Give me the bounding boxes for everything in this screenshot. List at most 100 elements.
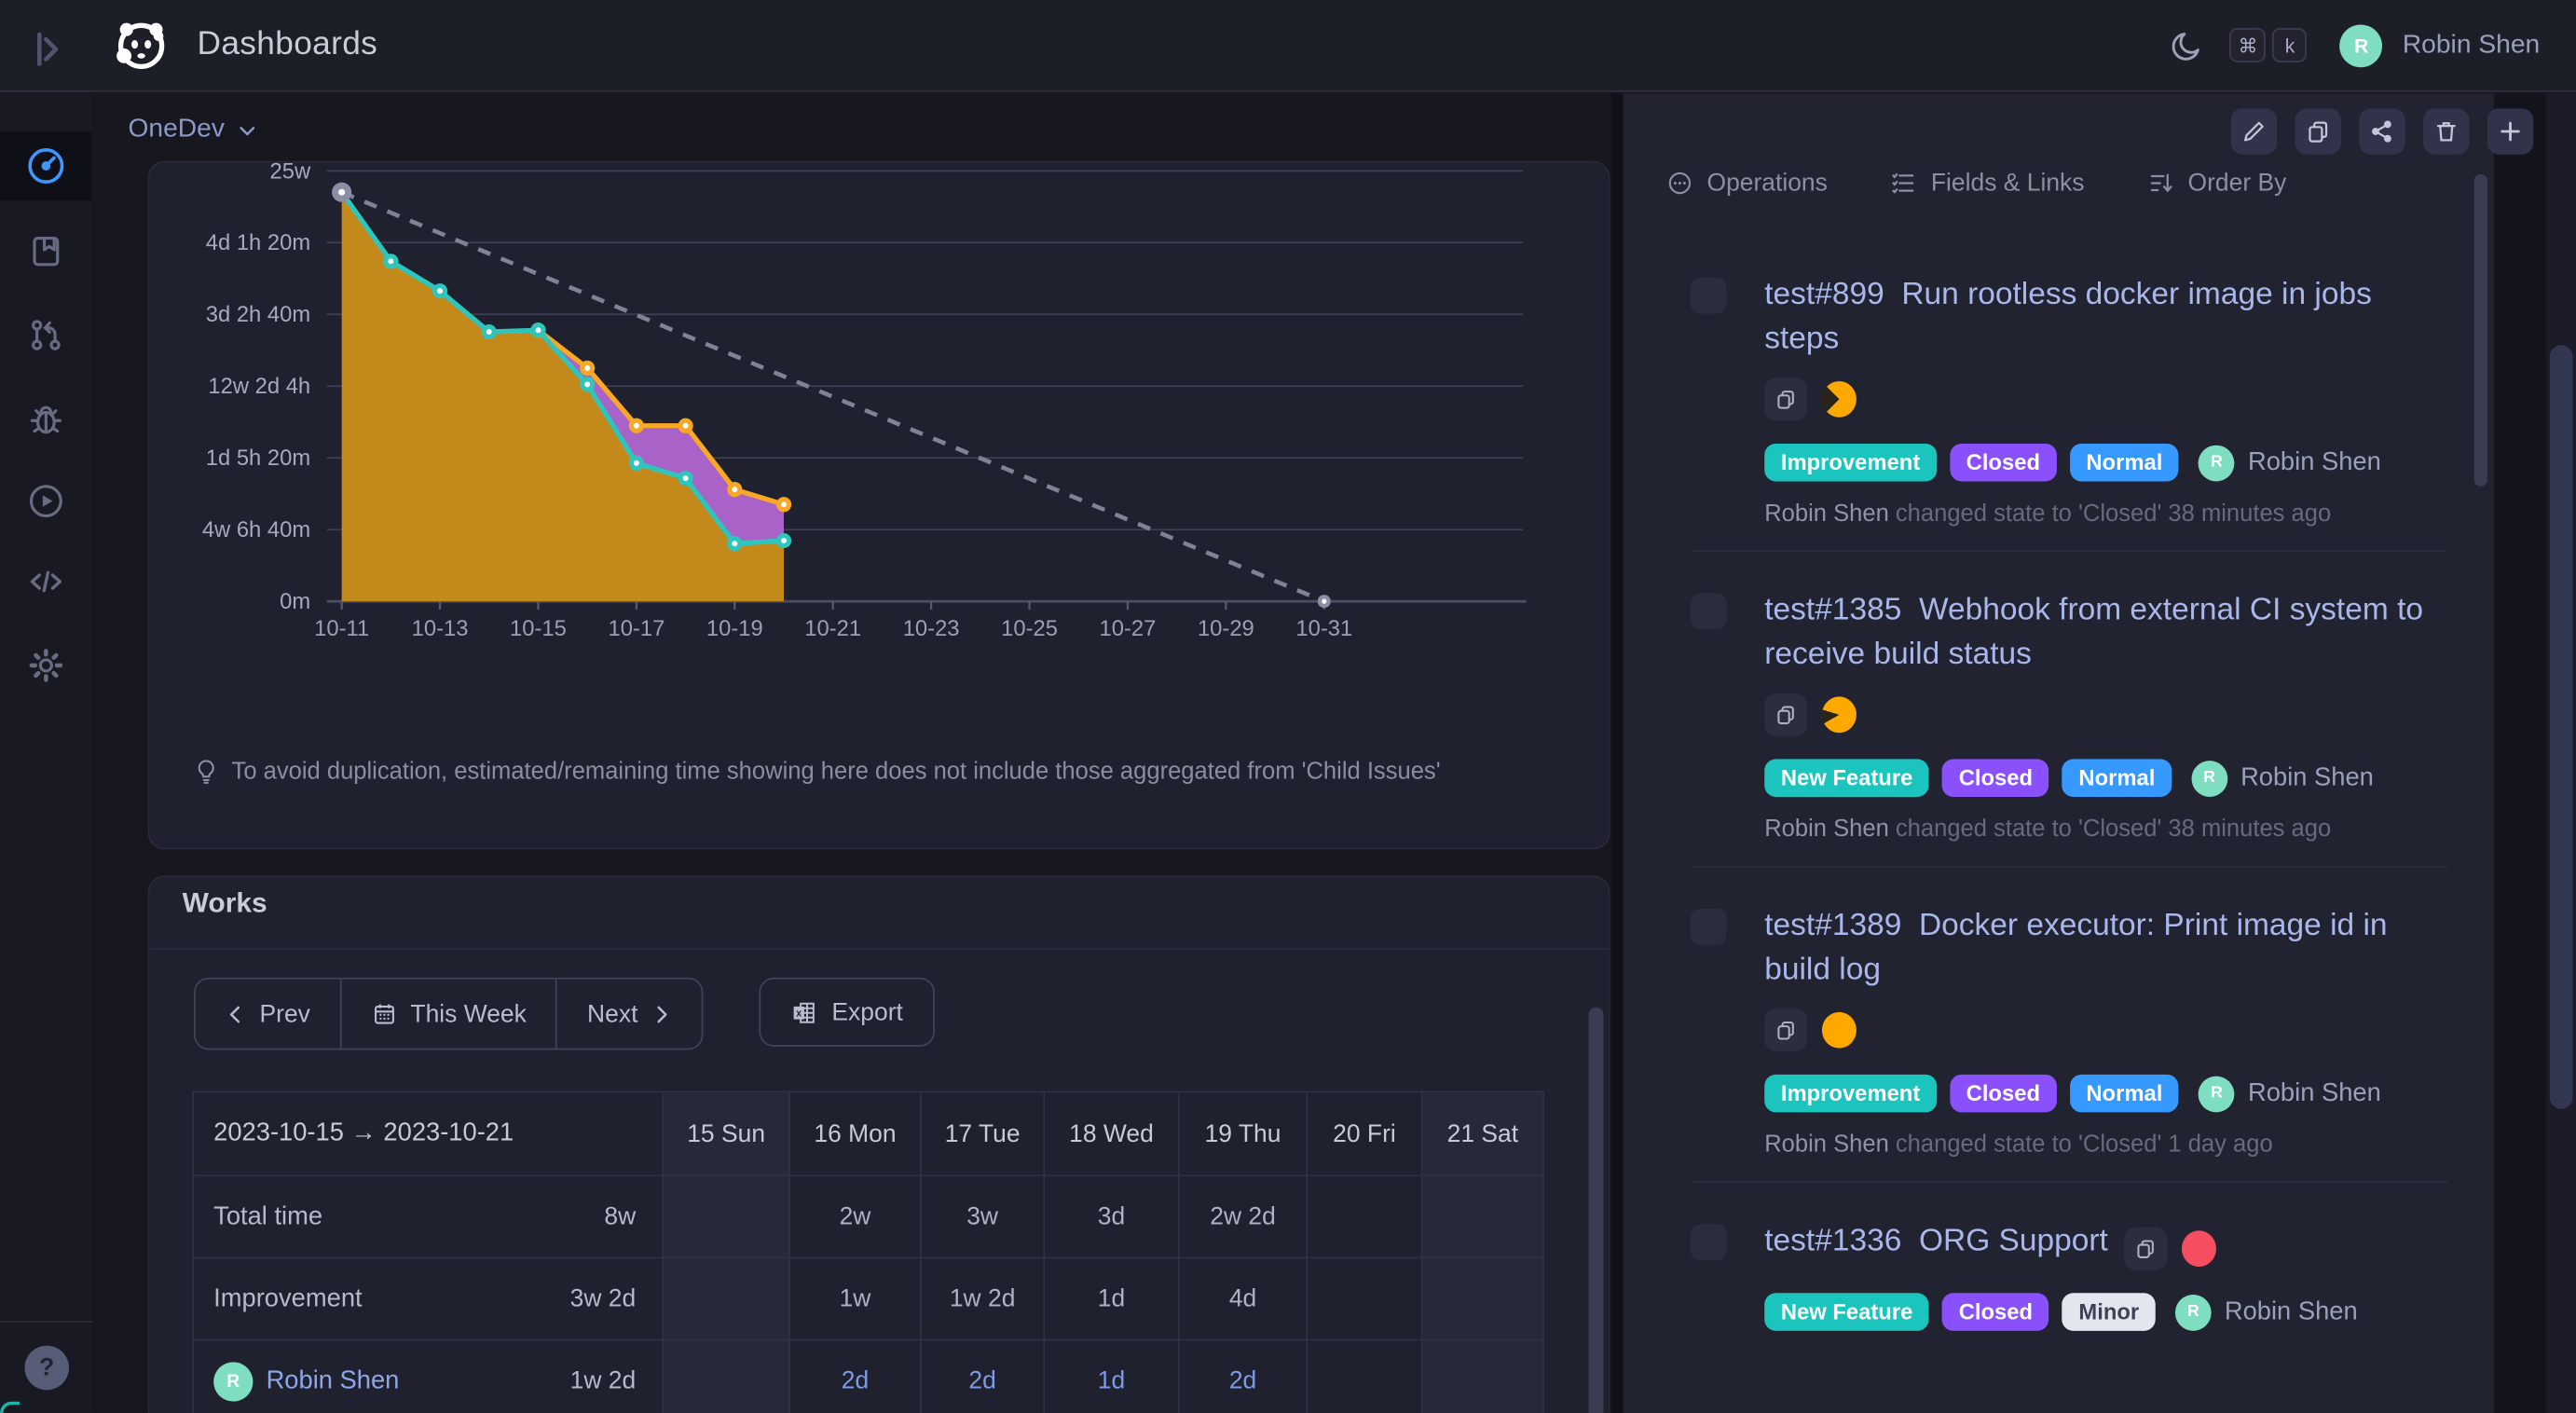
issue-item: test#1389 Docker executor: Print image i… <box>1691 866 2448 1181</box>
sidebar-item-pull-requests[interactable] <box>0 295 92 377</box>
assignee[interactable]: RRobin Shen <box>2175 1294 2358 1330</box>
status-badge[interactable]: New Feature <box>1764 759 1929 797</box>
export-button[interactable]: x Export <box>760 978 934 1047</box>
delete-button[interactable] <box>2423 108 2469 154</box>
table-cell: 2w 2d <box>1179 1175 1307 1257</box>
duplicate-icon <box>2305 118 2331 144</box>
y-axis-label: 25w <box>270 163 311 185</box>
fields-links-icon <box>1890 170 1918 198</box>
lightbulb-icon <box>192 758 220 786</box>
next-week-button[interactable]: Next <box>556 980 703 1049</box>
issue-title[interactable]: test#1385 Webhook from external CI syste… <box>1764 588 2447 677</box>
chart-note-text: To avoid duplication, estimated/remainin… <box>232 759 1441 785</box>
table-cell <box>1307 1340 1421 1413</box>
issue-checkbox[interactable] <box>1691 1224 1727 1260</box>
table-cell: 1w <box>789 1257 921 1339</box>
user-avatar[interactable]: R <box>2340 24 2383 67</box>
status-badge[interactable]: Normal <box>2070 444 2179 482</box>
panel-tabs: Operations Fields & Links Order By <box>1665 170 2493 198</box>
status-badge[interactable]: New Feature <box>1764 1293 1929 1331</box>
calendar-icon <box>371 1001 397 1027</box>
table-cell <box>663 1340 789 1413</box>
play-circle-icon <box>26 481 65 520</box>
duplicate-button[interactable] <box>2295 108 2341 154</box>
issue-checkbox[interactable] <box>1691 593 1727 629</box>
issue-checkbox[interactable] <box>1691 909 1727 945</box>
sidebar-item-builds[interactable] <box>0 460 92 542</box>
sidebar-item-code[interactable] <box>0 541 92 623</box>
tab-order-by[interactable]: Order By <box>2146 170 2286 198</box>
table-row: RRobin Shen1w 2d2d2d1d2d <box>193 1340 1543 1413</box>
copy-reference-button[interactable] <box>1764 693 1807 736</box>
help-button[interactable]: ? <box>24 1346 69 1391</box>
tab-operations[interactable]: Operations <box>1665 170 1827 198</box>
issue-checkbox[interactable] <box>1691 278 1727 314</box>
row-total: 3w 2d <box>570 1284 637 1312</box>
works-card: Works Prev This Week Next x Export <box>148 876 1610 1413</box>
avatar: R <box>2199 1076 2235 1112</box>
table-day-header: 19 Thu <box>1179 1091 1307 1175</box>
window-scrollbar-thumb[interactable] <box>2550 345 2573 1109</box>
user-link[interactable]: RRobin Shen <box>213 1361 399 1400</box>
issue-title[interactable]: test#1389 Docker executor: Print image i… <box>1764 904 2447 993</box>
issue-title[interactable]: test#899 Run rootless docker image in jo… <box>1764 273 2447 362</box>
sidebar-item-projects[interactable] <box>0 211 92 293</box>
dark-mode-icon[interactable] <box>2168 27 2204 63</box>
table-cell <box>663 1257 789 1339</box>
sidebar-item-issues[interactable] <box>0 377 92 460</box>
activity-user: Robin Shen <box>1764 816 1889 843</box>
issue-title[interactable]: test#1336 ORG Support <box>1764 1219 2447 1270</box>
assignee[interactable]: RRobin Shen <box>2199 445 2381 481</box>
copy-reference-button[interactable] <box>1764 1008 1807 1051</box>
sidebar-item-settings[interactable] <box>0 624 92 706</box>
status-badge[interactable]: Minor <box>2062 1293 2156 1331</box>
works-scrollbar-thumb[interactable] <box>1589 1008 1604 1413</box>
add-button[interactable] <box>2487 108 2533 154</box>
copy-reference-button[interactable] <box>2124 1228 2167 1270</box>
share-button[interactable] <box>2359 108 2405 154</box>
status-badge[interactable]: Normal <box>2062 759 2172 797</box>
project-dropdown[interactable]: OneDev <box>128 115 257 144</box>
assignee[interactable]: RRobin Shen <box>2191 760 2374 796</box>
onedev-logo-icon[interactable] <box>108 12 174 78</box>
gear-icon <box>26 646 65 685</box>
gauge-icon <box>24 144 67 187</box>
window-scrollbar[interactable] <box>2546 93 2576 1412</box>
burndown-chart-card: 25w4d 1h 20m3d 2h 40m12w 2d 4h1d 5h 20m4… <box>148 161 1610 850</box>
prev-week-button[interactable]: Prev <box>196 980 340 1049</box>
assignee[interactable]: RRobin Shen <box>2199 1076 2381 1112</box>
status-badge[interactable]: Improvement <box>1764 444 1937 482</box>
progress-pie-icon <box>1822 696 1857 733</box>
user-name[interactable]: Robin Shen <box>2403 31 2540 61</box>
status-badge[interactable]: Normal <box>2070 1075 2179 1113</box>
status-badge[interactable]: Closed <box>1950 444 2057 482</box>
sidebar-expand-icon[interactable] <box>20 18 75 74</box>
sidebar-item-dashboards[interactable] <box>0 131 92 200</box>
status-badge[interactable]: Closed <box>1942 759 2049 797</box>
tab-fields-links[interactable]: Fields & Links <box>1890 170 2085 198</box>
status-badge[interactable]: Improvement <box>1764 1075 1937 1113</box>
sidebar-divider <box>0 1321 92 1323</box>
progress-pie-icon <box>1822 1012 1857 1049</box>
corner-accent <box>0 1402 20 1413</box>
copy-reference-button[interactable] <box>1764 377 1807 420</box>
prev-week-label: Prev <box>260 1000 310 1028</box>
status-badge[interactable]: Closed <box>1950 1075 2057 1113</box>
app-window: Dashboards ⌘ k R Robin Shen <box>0 0 2576 1413</box>
status-badge[interactable]: Closed <box>1942 1293 2049 1331</box>
top-header: Dashboards ⌘ k R Robin Shen <box>0 0 2576 92</box>
splitter[interactable] <box>1611 93 1623 1412</box>
y-axis-label: 1d 5h 20m <box>206 446 310 471</box>
table-day-header: 17 Tue <box>921 1091 1044 1175</box>
pencil-icon <box>2240 118 2267 144</box>
table-cell <box>1307 1257 1421 1339</box>
chart-note: To avoid duplication, estimated/remainin… <box>192 758 1440 786</box>
row-total: 1w 2d <box>570 1367 637 1395</box>
panel-scrollbar-thumb[interactable] <box>2474 174 2487 487</box>
this-week-button[interactable]: This Week <box>340 980 556 1049</box>
table-cell <box>1307 1175 1421 1257</box>
this-week-label: This Week <box>410 1000 526 1028</box>
edit-button[interactable] <box>2231 108 2277 154</box>
avatar: R <box>2191 760 2227 796</box>
issue-id: test#899 <box>1764 278 1884 312</box>
